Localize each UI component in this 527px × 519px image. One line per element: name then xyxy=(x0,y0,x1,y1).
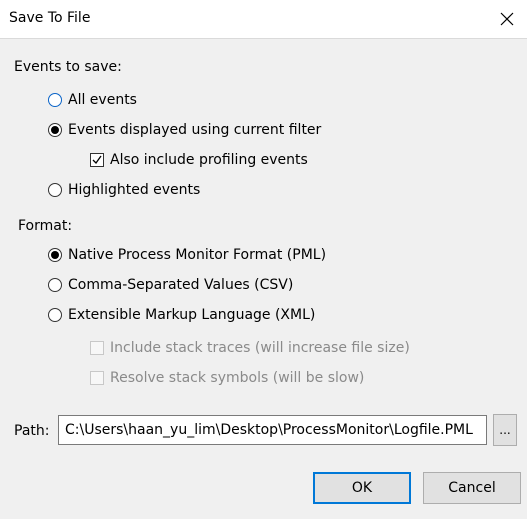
title-bar: Save To File xyxy=(0,0,527,39)
path-label: Path: xyxy=(14,423,50,439)
path-input[interactable]: C:\Users\haan_yu_lim\Desktop\ProcessMoni… xyxy=(58,415,487,445)
checkbox-profiling-events-label[interactable]: Also include profiling events xyxy=(110,152,308,168)
events-group-label: Events to save: xyxy=(14,59,122,75)
radio-format-csv[interactable] xyxy=(48,278,62,292)
radio-highlighted-events-label[interactable]: Highlighted events xyxy=(68,182,200,198)
radio-all-events-label[interactable]: All events xyxy=(68,92,137,108)
radio-format-pml[interactable] xyxy=(48,248,62,262)
close-button[interactable] xyxy=(487,0,527,38)
format-group-label: Format: xyxy=(18,218,73,234)
checkbox-resolve-symbols[interactable] xyxy=(90,371,104,385)
radio-format-xml[interactable] xyxy=(48,308,62,322)
checkbox-stack-traces-label: Include stack traces (will increase file… xyxy=(110,340,410,356)
browse-button[interactable]: ... xyxy=(493,414,517,446)
radio-all-events[interactable] xyxy=(48,93,62,107)
checkbox-profiling-events[interactable] xyxy=(90,153,104,167)
radio-format-csv-label[interactable]: Comma-Separated Values (CSV) xyxy=(68,277,293,293)
close-icon xyxy=(500,12,514,26)
radio-current-filter[interactable] xyxy=(48,123,62,137)
checkmark-icon xyxy=(92,155,102,165)
radio-format-xml-label[interactable]: Extensible Markup Language (XML) xyxy=(68,307,315,323)
radio-format-pml-label[interactable]: Native Process Monitor Format (PML) xyxy=(68,247,326,263)
checkbox-resolve-symbols-label: Resolve stack symbols (will be slow) xyxy=(110,370,365,386)
radio-current-filter-label[interactable]: Events displayed using current filter xyxy=(68,122,321,138)
ok-button[interactable]: OK xyxy=(313,472,411,504)
radio-highlighted-events[interactable] xyxy=(48,183,62,197)
checkbox-stack-traces[interactable] xyxy=(90,341,104,355)
cancel-button[interactable]: Cancel xyxy=(423,472,521,504)
window-title: Save To File xyxy=(9,10,91,26)
